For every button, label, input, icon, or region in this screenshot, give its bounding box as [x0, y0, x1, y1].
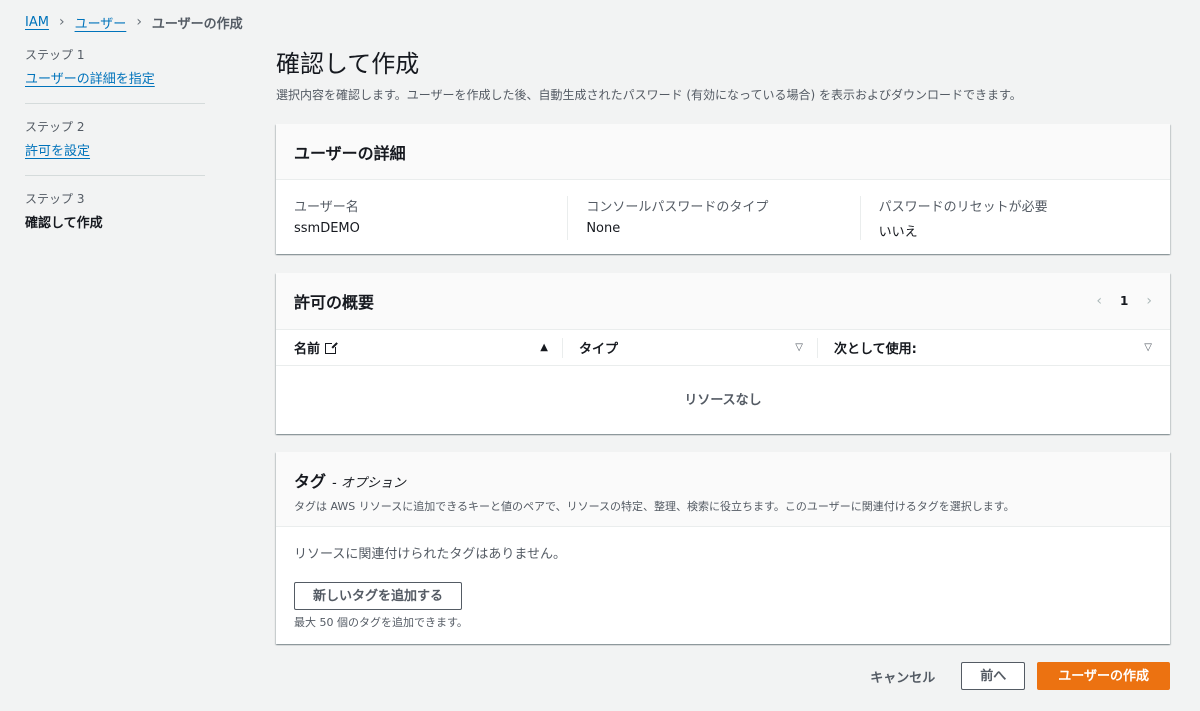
- panel-header: タグ - オプション タグは AWS リソースに追加できるキーと値のペアで、リソ…: [276, 452, 1170, 527]
- panel-header: 許可の概要 ‹ 1 ›: [276, 273, 1170, 330]
- page-description: 選択内容を確認します。ユーザーを作成した後、自動生成されたパスワード (有効にな…: [276, 88, 1022, 102]
- add-tag-button[interactable]: 新しいタグを追加する: [294, 582, 463, 610]
- page-number[interactable]: 1: [1120, 294, 1128, 308]
- column-header-used-as[interactable]: 次として使用: ▽: [817, 337, 1152, 358]
- tag-limit-hint: 最大 50 個のタグを追加できます。: [294, 616, 468, 629]
- user-details-panel: ユーザーの詳細 ユーザー名 ssmDEMO コンソールパスワードのタイプ Non…: [276, 124, 1170, 254]
- panel-title-row: タグ - オプション: [294, 468, 1152, 492]
- panel-title: タグ: [294, 472, 327, 491]
- panel-title: ユーザーの詳細: [294, 143, 406, 163]
- sort-ascending-icon[interactable]: ▲: [540, 342, 548, 353]
- sort-icon[interactable]: ▽: [1144, 342, 1152, 353]
- create-user-button[interactable]: ユーザーの作成: [1037, 662, 1170, 690]
- main-content: 確認して作成 選択内容を確認します。ユーザーを作成した後、自動生成されたパスワー…: [276, 48, 1170, 644]
- breadcrumb-users[interactable]: ユーザー: [75, 13, 127, 32]
- external-link-icon: [325, 341, 339, 354]
- field-value: None: [586, 221, 621, 236]
- tags-panel: タグ - オプション タグは AWS リソースに追加できるキーと値のペアで、リソ…: [276, 452, 1170, 644]
- column-label: タイプ: [579, 342, 619, 357]
- chevron-left-icon[interactable]: ‹: [1096, 293, 1102, 309]
- cancel-button[interactable]: キャンセル: [870, 667, 935, 686]
- wizard-step-3: ステップ 3 確認して作成: [25, 190, 205, 247]
- panel-title: 許可の概要: [294, 293, 375, 312]
- field-value: いいえ: [878, 225, 918, 240]
- chevron-right-icon[interactable]: ›: [1146, 293, 1152, 309]
- chevron-right-icon: ›: [58, 14, 65, 30]
- column-header-name[interactable]: 名前 ▲: [294, 338, 562, 358]
- permissions-summary-panel: 許可の概要 ‹ 1 › 名前 ▲ タイプ ▽ 次として使用: ▽ リソースなし: [276, 273, 1170, 434]
- table-header: 名前 ▲ タイプ ▽ 次として使用: ▽: [276, 330, 1170, 366]
- field-username: ユーザー名 ssmDEMO: [294, 196, 567, 240]
- breadcrumb-current: ユーザーの作成: [151, 16, 243, 32]
- step-label: ステップ 3: [25, 192, 85, 206]
- step-label: ステップ 1: [25, 48, 85, 62]
- column-label: 次として使用:: [834, 342, 917, 357]
- panel-header: ユーザーの詳細: [276, 124, 1170, 180]
- chevron-right-icon: ›: [136, 14, 142, 30]
- no-tags-text: リソースに関連付けられたタグはありません。: [294, 547, 566, 562]
- column-header-type[interactable]: タイプ ▽: [562, 337, 817, 358]
- wizard-steps: ステップ 1 ユーザーの詳細を指定 ステップ 2 許可を設定 ステップ 3 確認…: [25, 46, 205, 261]
- empty-state: リソースなし: [684, 393, 762, 408]
- field-password-type: コンソールパスワードのタイプ None: [567, 196, 859, 240]
- page-title: 確認して作成: [276, 50, 420, 78]
- wizard-step-2: ステップ 2 許可を設定: [25, 118, 205, 176]
- optional-label: - オプション: [332, 476, 406, 491]
- pagination: ‹ 1 ›: [1096, 293, 1152, 309]
- wizard-actions: キャンセル 前へ ユーザーの作成: [870, 662, 1170, 690]
- panel-body: リソースに関連付けられたタグはありません。 新しいタグを追加する 最大 50 個…: [276, 527, 1170, 646]
- sort-icon[interactable]: ▽: [795, 342, 803, 353]
- field-key: パスワードのリセットが必要: [878, 200, 1048, 215]
- wizard-step-1: ステップ 1 ユーザーの詳細を指定: [25, 46, 205, 104]
- field-value: ssmDEMO: [294, 221, 360, 236]
- panel-description: タグは AWS リソースに追加できるキーと値のペアで、リソースの特定、整理、検索…: [294, 500, 1015, 513]
- field-key: コンソールパスワードのタイプ: [586, 200, 769, 215]
- breadcrumb: IAM › ユーザー › ユーザーの作成: [25, 12, 243, 32]
- field-password-reset: パスワードのリセットが必要 いいえ: [859, 196, 1152, 240]
- previous-button[interactable]: 前へ: [961, 662, 1026, 690]
- breadcrumb-iam[interactable]: IAM: [25, 15, 49, 30]
- key-value-grid: ユーザー名 ssmDEMO コンソールパスワードのタイプ None パスワードの…: [276, 180, 1170, 240]
- field-key: ユーザー名: [294, 200, 359, 215]
- column-label: 名前: [294, 342, 321, 357]
- step-link-user-details[interactable]: ユーザーの詳細を指定: [25, 72, 155, 87]
- step-current-review: 確認して作成: [25, 216, 103, 231]
- step-label: ステップ 2: [25, 120, 85, 134]
- step-link-permissions[interactable]: 許可を設定: [25, 144, 90, 159]
